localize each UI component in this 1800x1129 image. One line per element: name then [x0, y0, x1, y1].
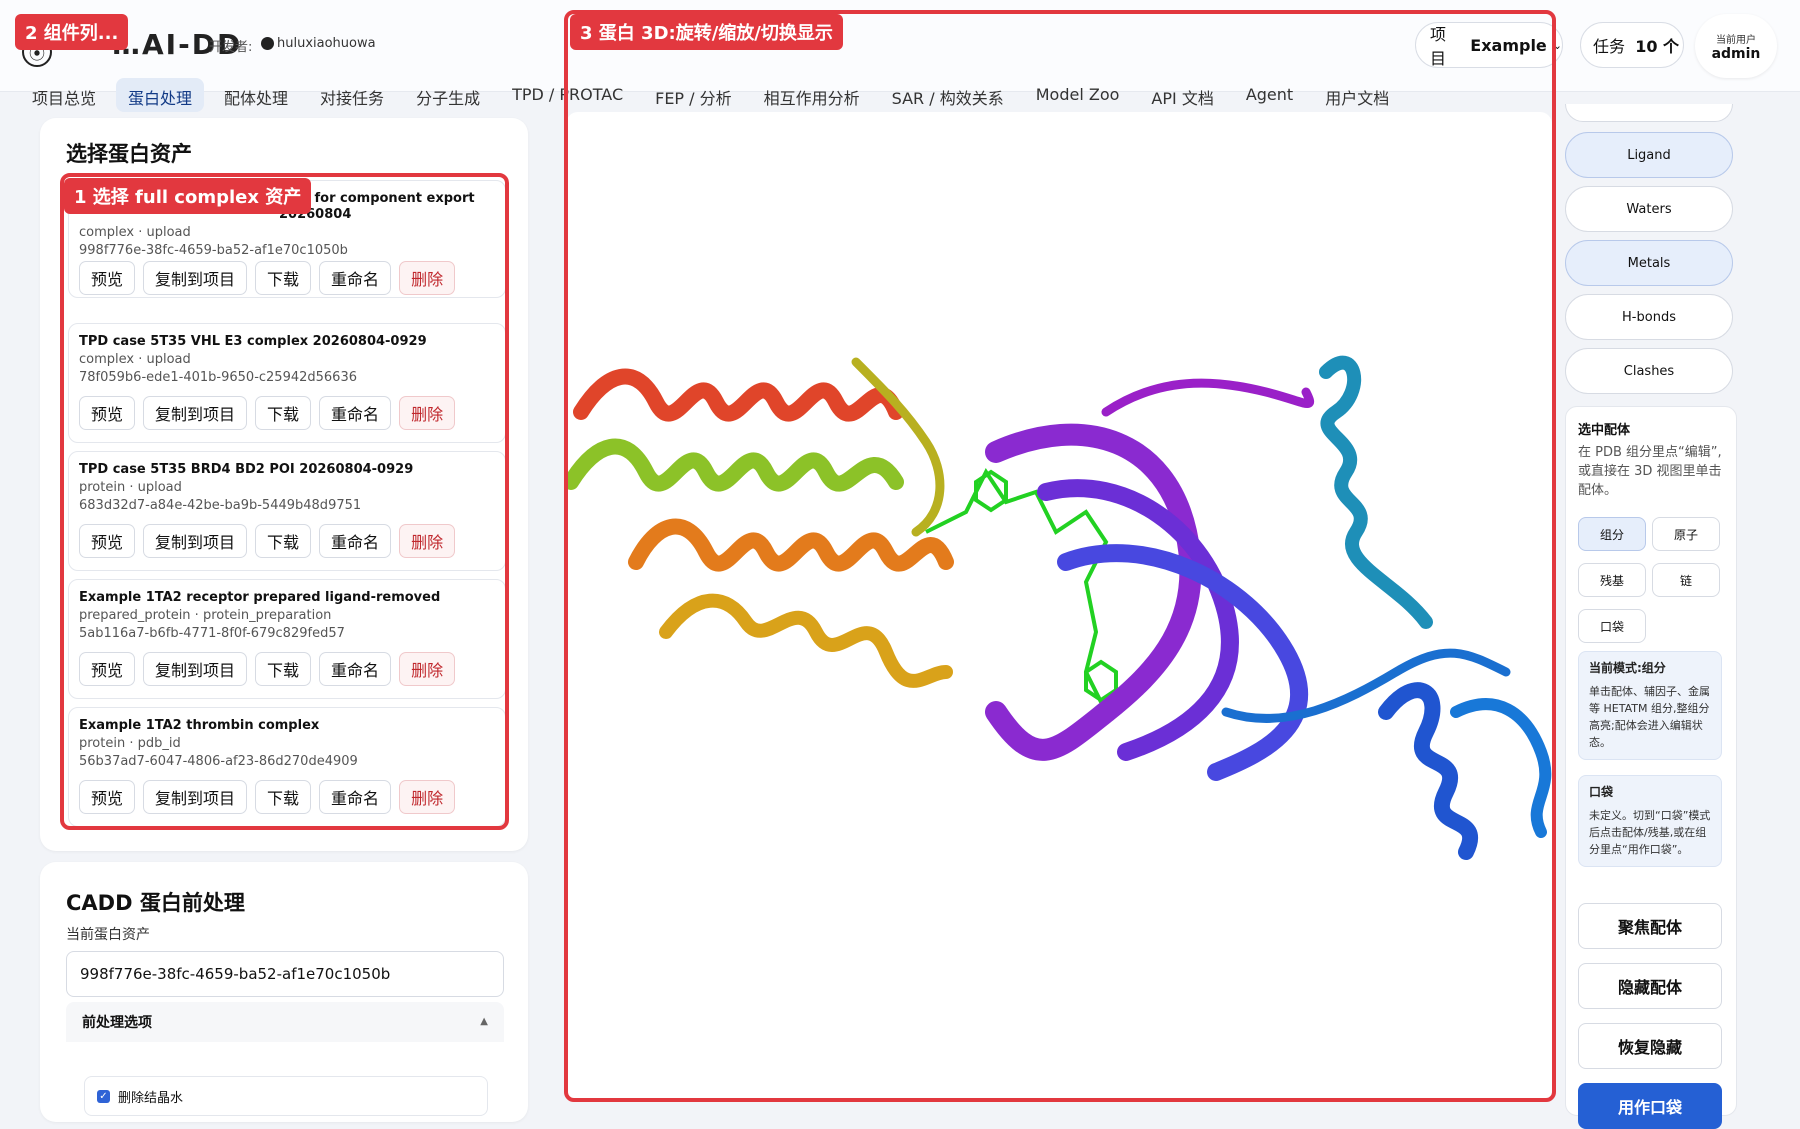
- mode-atom[interactable]: 原子: [1652, 517, 1720, 551]
- task-counter[interactable]: 任务 10 个: [1580, 22, 1684, 68]
- current-asset-label: 当前蛋白资产: [66, 927, 150, 943]
- toggle-metals[interactable]: Metals: [1565, 240, 1733, 286]
- mode-info-title: 当前模式:组分: [1589, 661, 1666, 675]
- mode-residue[interactable]: 残基: [1578, 563, 1646, 597]
- prep-options-label: 前处理选项: [82, 1015, 152, 1031]
- pocket-info-text: 未定义。切到“口袋”模式后点击配体/残基,或在组分里点“用作口袋”。: [1589, 809, 1711, 856]
- cadd-prep-card: CADD 蛋白前处理 当前蛋白资产 998f776e-38fc-4659-ba5…: [40, 862, 528, 1122]
- toggle-ligand[interactable]: Ligand: [1565, 132, 1733, 178]
- toggle-clashes[interactable]: Clashes: [1565, 348, 1733, 394]
- developer-label: 开发者:: [209, 40, 253, 55]
- scroll-partial-button[interactable]: [1565, 104, 1733, 122]
- toggle-waters[interactable]: Waters: [1565, 186, 1733, 232]
- mode-chain[interactable]: 链: [1652, 563, 1720, 597]
- tab-generation[interactable]: 分子生成: [404, 78, 492, 112]
- annotation-tag-2: 2 组件列...: [15, 14, 129, 50]
- chevron-up-icon: ▲: [480, 1016, 488, 1027]
- remove-water-label: 删除结晶水: [118, 1090, 184, 1106]
- mode-info-text: 单击配体、辅因子、金属等 HETATM 组分,整组分高亮;配体会进入编辑状态。: [1589, 685, 1710, 749]
- use-as-pocket-button[interactable]: 用作口袋: [1578, 1083, 1722, 1129]
- prep-options-header[interactable]: 前处理选项 ▲: [66, 1002, 504, 1042]
- cadd-title: CADD 蛋白前处理: [66, 891, 245, 915]
- user-name: admin: [1711, 45, 1761, 62]
- mode-pocket[interactable]: 口袋: [1578, 609, 1646, 643]
- annotation-tag-1: 1 选择 full complex 资产: [64, 178, 312, 214]
- task-label: 任务: [1593, 37, 1626, 56]
- pocket-info-title: 口袋: [1589, 785, 1614, 799]
- assets-title: 选择蛋白资产: [66, 142, 192, 166]
- tab-protein[interactable]: 蛋白处理: [116, 78, 205, 112]
- focus-ligand-button[interactable]: 聚焦配体: [1578, 903, 1722, 949]
- selected-ligand-desc: 在 PDB 组分里点“编辑”,或直接在 3D 视图里单击配体。: [1578, 445, 1722, 498]
- mode-info: 当前模式:组分 单击配体、辅因子、金属等 HETATM 组分,整组分高亮;配体会…: [1578, 651, 1722, 760]
- tab-ligand[interactable]: 配体处理: [212, 78, 300, 112]
- tab-docking[interactable]: 对接任务: [308, 78, 396, 112]
- remove-water-option[interactable]: ✓ 删除结晶水: [84, 1076, 488, 1116]
- tab-overview[interactable]: 项目总览: [20, 78, 108, 112]
- user-label: 当前用户: [1716, 34, 1756, 46]
- current-asset-field[interactable]: 998f776e-38fc-4659-ba52-af1e70c1050b: [66, 951, 504, 997]
- checkbox-checked-icon[interactable]: ✓: [97, 1089, 110, 1103]
- annotation-box-3: [564, 10, 1556, 1102]
- restore-hidden-button[interactable]: 恢复隐藏: [1578, 1023, 1722, 1069]
- user-badge[interactable]: 当前用户 admin: [1695, 14, 1777, 78]
- pocket-info: 口袋 未定义。切到“口袋”模式后点击配体/残基,或在组分里点“用作口袋”。: [1578, 775, 1722, 867]
- developer-link[interactable]: huluxiaohuowa: [277, 36, 376, 51]
- task-value: 10 个: [1635, 37, 1680, 56]
- selected-ligand-card: 选中配体 在 PDB 组分里点“编辑”,或直接在 3D 视图里单击配体。 组分 …: [1565, 406, 1737, 1129]
- hide-ligand-button[interactable]: 隐藏配体: [1578, 963, 1722, 1009]
- selected-ligand-title: 选中配体: [1578, 423, 1631, 438]
- annotation-tag-3: 3 蛋白 3D:旋转/缩放/切换显示: [570, 14, 843, 50]
- toggle-hbonds[interactable]: H-bonds: [1565, 294, 1733, 340]
- annotation-box-1: [60, 173, 509, 830]
- github-icon: [261, 37, 274, 50]
- mode-group[interactable]: 组分: [1578, 517, 1646, 551]
